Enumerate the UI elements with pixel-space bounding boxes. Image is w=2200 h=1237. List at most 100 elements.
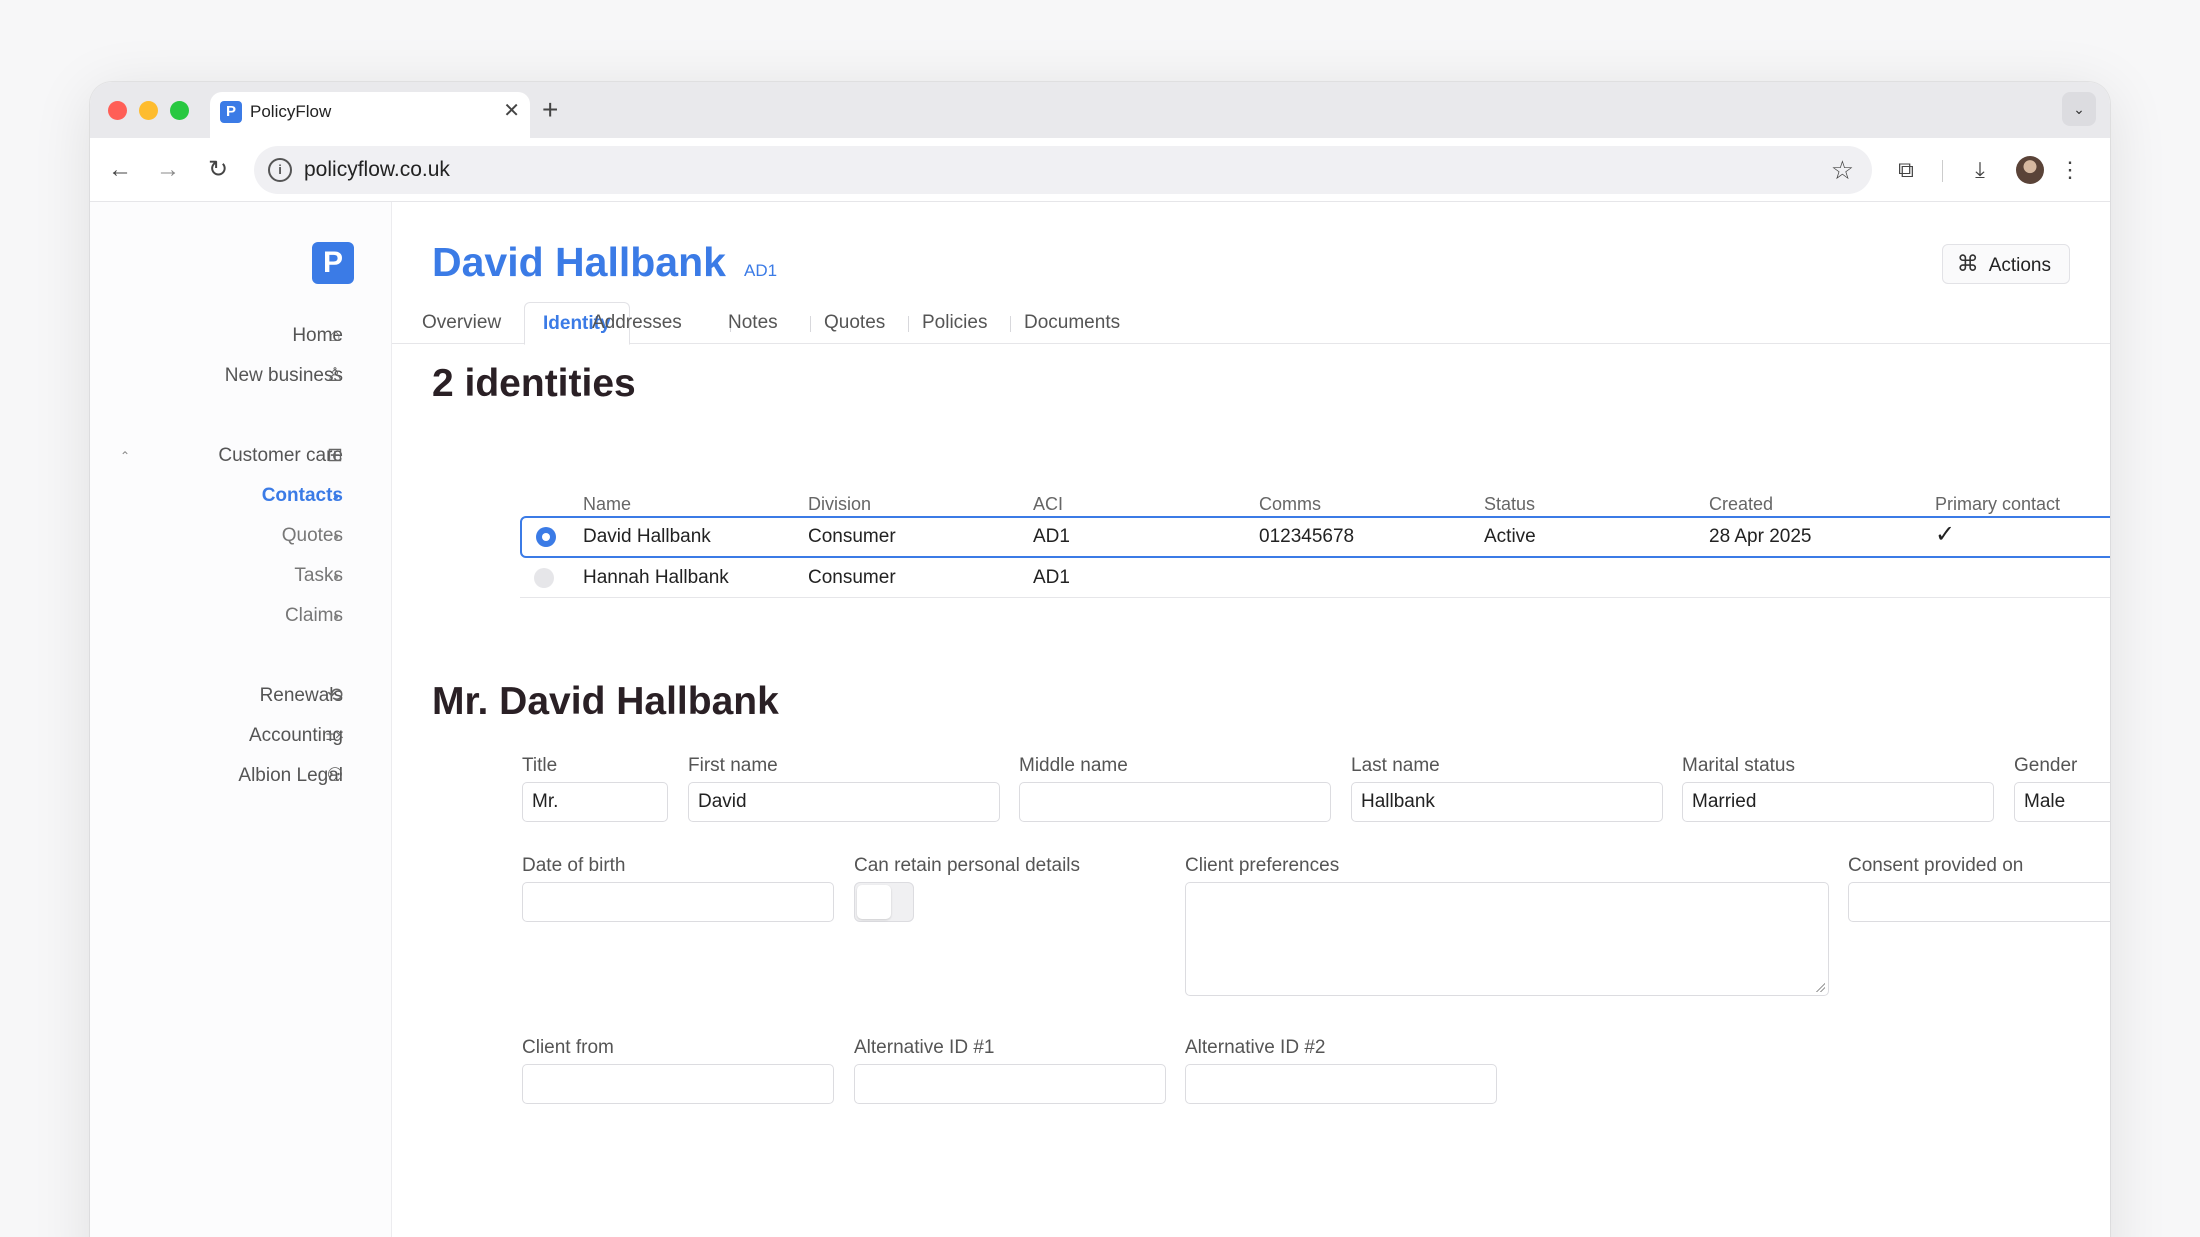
form-heading: Mr. David Hallbank (432, 680, 779, 723)
tab-divider (1010, 316, 1011, 332)
column-header-primary-contact: Primary contact (1935, 494, 2061, 514)
client-preferences-label: Client preferences (1185, 855, 1340, 876)
consent-provided-field[interactable] (1848, 882, 2110, 922)
minimize-window-button[interactable] (139, 101, 158, 120)
middle-name-label: Middle name (1019, 755, 1128, 776)
client-from-label: Client from (522, 1037, 614, 1058)
cell-name: Hannah Hallbank (583, 567, 729, 588)
profile-avatar[interactable] (2016, 156, 2044, 184)
page-title: David Hallbank (432, 239, 726, 285)
table-row[interactable]: David Hallbank Consumer AD1 012345678 Ac… (520, 516, 2110, 558)
first-name-label: First name (688, 755, 778, 776)
tab-title: PolicyFlow (250, 102, 332, 121)
identities-heading: 2 identities (432, 362, 636, 405)
title-label: Title (522, 755, 558, 776)
new-tab-button[interactable]: + (542, 93, 558, 127)
forward-icon[interactable]: → (150, 152, 186, 188)
refresh-icon: ⟲ (327, 685, 343, 706)
tab-policies[interactable]: Policies (922, 302, 987, 344)
marital-status-label: Marital status (1682, 755, 1795, 776)
retain-details-label: Can retain personal details (854, 855, 1081, 876)
home-icon: ⌂ (329, 325, 341, 346)
primary-contact-check-icon: ✓ (1935, 521, 1956, 548)
menu-kebab-icon[interactable]: ⋮ (2052, 152, 2088, 188)
tab-strip: P PolicyFlow ✕ + ⌄ (90, 82, 2110, 138)
maximize-window-button[interactable] (170, 101, 189, 120)
actions-label: Actions (1988, 255, 2051, 276)
actions-button[interactable]: ⌘ Actions (1941, 244, 2070, 284)
browser-window: P PolicyFlow ✕ + ⌄ ← → ↻ i policyflow.co… (90, 82, 2110, 1237)
command-icon: ⌘ (1956, 251, 1979, 276)
quotes-dot-icon (334, 535, 338, 539)
bookmark-star-icon[interactable]: ☆ (1831, 155, 1854, 185)
calculator-icon: ±× (325, 727, 345, 744)
cell-aci: AD1 (1033, 526, 1070, 547)
app-logo[interactable]: P (312, 242, 354, 284)
sidebar-item-contacts[interactable]: Contacts (262, 482, 343, 510)
alternative-id-2-field[interactable] (1185, 1064, 1497, 1104)
url-text[interactable]: policyflow.co.uk (304, 158, 450, 182)
cell-status: Active (1484, 526, 1536, 547)
row-radio-unselected[interactable] (534, 568, 554, 588)
gender-label: Gender (2014, 755, 2078, 776)
table-row[interactable]: Hannah Hallbank Consumer AD1 (520, 558, 2110, 598)
tab-documents[interactable]: Documents (1024, 302, 1120, 344)
claims-dot-icon (334, 615, 338, 619)
app: P Home ⌂ New business ♙ ⌃ Customer care … (90, 202, 2110, 1237)
column-header-created: Created (1709, 494, 1774, 514)
extensions-icon[interactable]: ⧉ (1888, 152, 1924, 188)
date-of-birth-label: Date of birth (522, 855, 626, 876)
alternative-id-2-label: Alternative ID #2 (1185, 1037, 1326, 1058)
tab-notes[interactable]: Notes (728, 302, 778, 344)
tab-quotes[interactable]: Quotes (824, 302, 885, 344)
retain-details-toggle[interactable] (854, 882, 914, 922)
download-icon[interactable]: ⤓ (1962, 152, 1998, 188)
close-tab-icon[interactable]: ✕ (503, 99, 520, 123)
cell-division: Consumer (808, 526, 896, 547)
marital-status-field[interactable]: Married (1682, 782, 1994, 822)
cell-division: Consumer (808, 567, 896, 588)
user-icon: ⚇ (326, 765, 344, 786)
browser-toolbar: ← → ↻ i policyflow.co.uk ☆ ⧉ ⤓ ⋮ (90, 138, 2110, 202)
date-of-birth-field[interactable] (522, 882, 834, 922)
cell-created: 28 Apr 2025 (1709, 526, 1812, 547)
main-content: David Hallbank AD1 ⌘ Actions Overview Ide… (392, 202, 2110, 1237)
reload-icon[interactable]: ↻ (200, 152, 236, 188)
address-bar[interactable]: i policyflow.co.uk ☆ (254, 146, 1872, 194)
client-preferences-textarea[interactable] (1185, 882, 1829, 996)
tab-addresses[interactable]: Addresses (592, 302, 682, 344)
collapse-chevron-icon[interactable]: ⌃ (120, 442, 130, 470)
toolbar-divider (1942, 160, 1943, 182)
gender-field[interactable]: Male (2014, 782, 2110, 822)
cell-name: David Hallbank (583, 526, 711, 547)
sidebar: P Home ⌂ New business ♙ ⌃ Customer care … (90, 202, 392, 1237)
tab-search-icon[interactable]: ⌄ (2062, 92, 2096, 126)
cell-aci: AD1 (1033, 567, 1070, 588)
favicon-icon: P (220, 101, 242, 123)
browser-tab[interactable]: P PolicyFlow ✕ (210, 92, 530, 138)
resize-handle[interactable] (1815, 982, 1825, 992)
last-name-label: Last name (1351, 755, 1440, 776)
new-business-icon: ♙ (326, 365, 344, 386)
contacts-dot-icon (334, 495, 338, 499)
back-icon[interactable]: ← (102, 152, 138, 188)
tab-overview[interactable]: Overview (422, 302, 501, 344)
first-name-field[interactable]: David (688, 782, 1000, 822)
consent-provided-label: Consent provided on (1848, 855, 2024, 876)
grid-icon: ⊞ (327, 445, 343, 466)
alternative-id-1-field[interactable] (854, 1064, 1166, 1104)
page-tabs: Overview Identity Addresses Notes Quotes… (392, 302, 2110, 345)
site-info-icon[interactable]: i (268, 158, 292, 182)
row-radio-selected[interactable] (536, 527, 556, 547)
tasks-dot-icon (334, 575, 338, 579)
title-field[interactable]: Mr. (522, 782, 668, 822)
client-from-field[interactable] (522, 1064, 834, 1104)
toggle-knob (857, 885, 891, 919)
column-header-name: Name (583, 494, 632, 514)
column-header-status: Status (1484, 494, 1536, 514)
middle-name-field[interactable] (1019, 782, 1331, 822)
cell-comms: 012345678 (1259, 526, 1355, 547)
close-window-button[interactable] (108, 101, 127, 120)
column-header-division: Division (808, 494, 872, 514)
last-name-field[interactable]: Hallbank (1351, 782, 1663, 822)
